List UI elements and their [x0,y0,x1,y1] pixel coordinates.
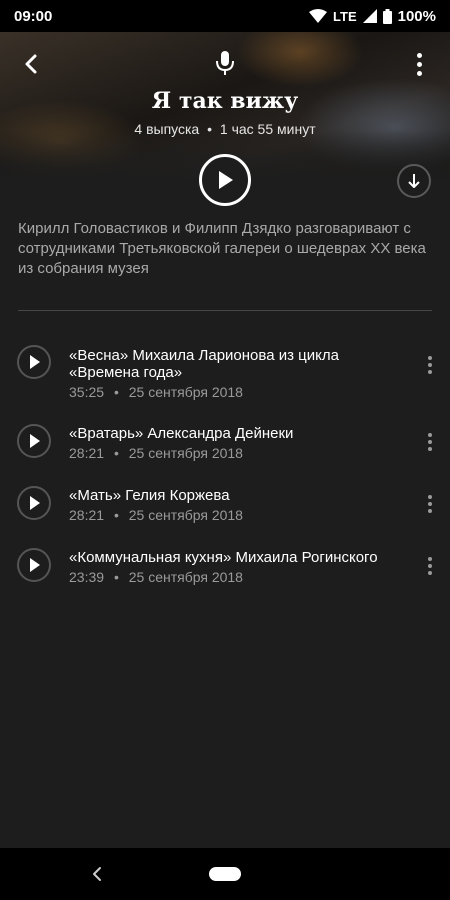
episode-meta: 28:21 • 25 сентября 2018 [69,507,243,523]
signal-icon [362,9,377,23]
episode-title: «Вратарь» Александра Дейнеки [69,425,294,442]
episodes-count: 4 выпуска [134,121,200,137]
system-back-button[interactable] [88,864,108,884]
back-arrow-icon [93,867,101,881]
episode-date: 25 сентября 2018 [128,507,243,523]
back-arrow-icon [25,54,37,74]
podcast-meta: 4 выпуска • 1 час 55 минут [0,121,450,137]
status-bar: 09:00 LTE 100% [0,0,450,32]
meta-separator: • [207,121,213,137]
episode-duration: 35:25 [69,384,105,400]
episode-more-button[interactable] [420,492,440,516]
download-button[interactable] [397,164,431,198]
play-icon [30,355,40,369]
episode-item[interactable]: «Вратарь» Александра Дейнеки 28:21 • 25 … [0,424,450,468]
back-button[interactable] [18,50,46,78]
total-duration: 1 час 55 минут [219,121,316,137]
download-icon [408,174,420,188]
episode-duration: 23:39 [69,569,105,585]
play-icon [30,558,40,572]
battery-icon [382,8,392,24]
more-vertical-icon [408,50,430,76]
more-vertical-icon [420,554,440,575]
episode-meta: 23:39 • 25 сентября 2018 [69,569,243,585]
play-icon [30,496,40,510]
episode-item[interactable]: «Коммунальная кухня» Михаила Рогинского … [0,548,450,592]
meta-separator: • [113,445,119,461]
meta-separator: • [113,569,119,585]
episode-item[interactable]: «Мать» Гелия Коржева 28:21 • 25 сентября… [0,486,450,530]
microphone-icon [213,49,237,79]
divider [18,310,432,311]
wifi-icon [309,9,328,23]
status-time: 09:00 [14,7,53,25]
episode-date: 25 сентября 2018 [128,445,243,461]
play-icon [219,171,233,189]
episode-item[interactable]: «Весна» Михаила Ларионова из цикла «Врем… [0,340,450,406]
episode-play-button[interactable] [17,345,51,379]
network-type: LTE [333,8,357,24]
episode-title: «Коммунальная кухня» Михаила Рогинского [69,549,378,566]
system-home-button[interactable] [209,867,241,881]
more-vertical-icon [420,492,440,513]
more-vertical-icon [420,430,440,451]
episode-title: «Мать» Гелия Коржева [69,487,230,504]
status-icons: LTE 100% [309,8,436,25]
header-more-button[interactable] [408,50,430,78]
battery-level: 100% [397,7,436,25]
episode-more-button[interactable] [420,430,440,454]
episode-title: «Весна» Михаила Ларионова из цикла «Врем… [69,347,339,381]
podcast-title: Я так вижу [151,88,299,114]
episode-more-button[interactable] [420,353,440,377]
podcast-description: Кирилл Головастиков и Филипп Дзядко разг… [18,220,426,277]
episode-duration: 28:21 [69,507,105,523]
meta-separator: • [113,507,119,523]
meta-separator: • [113,384,119,400]
episode-more-button[interactable] [420,554,440,578]
episode-date: 25 сентября 2018 [128,384,243,400]
episode-duration: 28:21 [69,445,105,461]
episode-play-button[interactable] [17,486,51,520]
play-all-button[interactable] [199,154,251,206]
system-navigation-bar [0,848,450,900]
episode-meta: 35:25 • 25 сентября 2018 [69,384,243,400]
episode-play-button[interactable] [17,424,51,458]
episode-date: 25 сентября 2018 [128,569,243,585]
more-vertical-icon [420,353,440,374]
episode-play-button[interactable] [17,548,51,582]
play-icon [30,434,40,448]
episode-meta: 28:21 • 25 сентября 2018 [69,445,243,461]
